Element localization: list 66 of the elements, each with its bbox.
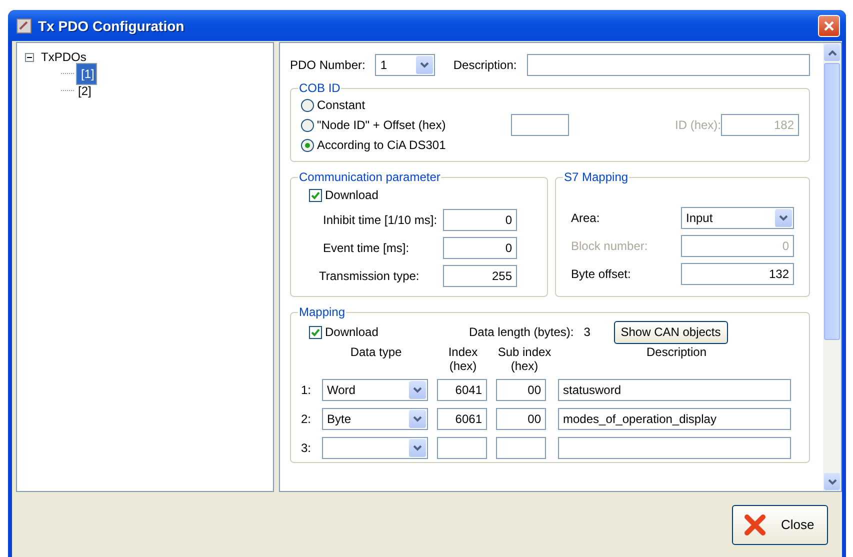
sub-index-field[interactable] (496, 436, 546, 458)
row-number: 1: (301, 382, 312, 396)
close-button[interactable]: Close (732, 504, 828, 544)
number-field[interactable]: 0 (443, 237, 517, 259)
field-label: Data length (bytes): (469, 325, 574, 339)
column-header: Sub index (hex) (497, 345, 552, 373)
area-dropdown[interactable]: Input (681, 207, 794, 229)
field-label: PDO Number: (290, 58, 366, 72)
sub-index-field[interactable]: 00 (496, 408, 546, 430)
radio-button[interactable] (301, 98, 314, 112)
field-label: Transmission type: (318, 269, 420, 283)
description-field[interactable] (558, 436, 791, 458)
tree-item[interactable]: TxPDOs (39, 49, 88, 65)
row-number: 2: (301, 412, 312, 426)
radio-label: According to CiA DS301 (317, 138, 447, 152)
scroll-thumb[interactable] (824, 63, 840, 340)
field-label: Inhibit time [1/10 ms]: (322, 213, 438, 227)
data-type-dropdown[interactable] (322, 436, 428, 458)
data-type-dropdown[interactable]: Byte (322, 408, 428, 430)
offset-field[interactable] (511, 114, 569, 136)
column-header: Index (hex) (447, 345, 479, 373)
index-field[interactable] (437, 436, 487, 458)
description-field[interactable] (526, 54, 810, 76)
close-icon[interactable] (818, 14, 840, 36)
field-label: Description: (453, 58, 517, 72)
collapse-icon[interactable] (25, 52, 34, 62)
number-field[interactable]: 132 (681, 263, 794, 285)
field-label: Block number: (570, 239, 649, 253)
data-length-value: 3 (584, 325, 592, 339)
app-icon (16, 18, 32, 34)
radio-label: "Node ID" + Offset (hex) (317, 118, 447, 132)
number-field[interactable]: 255 (443, 265, 517, 287)
index-field[interactable]: 6041 (437, 378, 487, 400)
sub-index-field[interactable]: 00 (496, 378, 546, 400)
radio-button[interactable] (301, 138, 314, 152)
field-label: Byte offset: (570, 267, 632, 281)
description-field[interactable]: modes_of_operation_display (558, 408, 791, 430)
group-title: COB ID (298, 81, 342, 95)
field-label: Event time [ms]: (322, 241, 410, 255)
index-field[interactable]: 6061 (437, 408, 487, 430)
window-title: Tx PDO Configuration (38, 18, 186, 34)
tree-item[interactable]: [2] (76, 82, 94, 98)
field-label: Area: (570, 211, 601, 225)
radio-button[interactable] (301, 118, 314, 132)
pdo-number-dropdown[interactable]: 1 (375, 54, 436, 76)
group-title: Communication parameter (298, 170, 442, 184)
column-header: Description (645, 345, 708, 359)
tree-item[interactable]: [1] (76, 62, 98, 84)
row-number: 3: (301, 440, 312, 454)
column-header: Data type (349, 345, 403, 359)
group-title: Mapping (298, 305, 346, 319)
scroll-down-icon[interactable] (824, 473, 840, 490)
data-type-dropdown[interactable]: Word (322, 378, 428, 400)
scroll-up-icon[interactable] (824, 44, 840, 61)
field-label: ID (hex): (674, 118, 721, 132)
number-field[interactable]: 0 (443, 209, 517, 231)
show-can-objects-button[interactable]: Show CAN objects (614, 320, 728, 344)
description-field[interactable]: statusword (558, 378, 791, 400)
close-icon (743, 512, 767, 536)
group-title: S7 Mapping (563, 170, 630, 184)
checkbox[interactable] (309, 326, 322, 338)
radio-label: Constant (317, 98, 366, 112)
checkbox[interactable] (309, 188, 322, 202)
checkbox-label: Download (325, 188, 378, 202)
scrollbar[interactable] (823, 43, 841, 491)
checkbox-label: Download (325, 325, 378, 339)
